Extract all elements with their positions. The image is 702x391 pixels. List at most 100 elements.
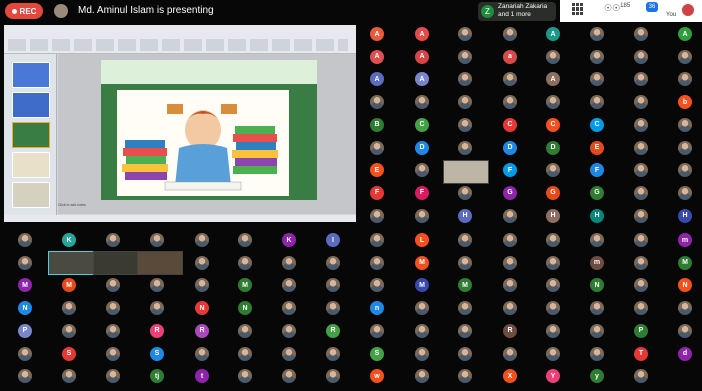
participant-tile[interactable]: A: [546, 72, 560, 87]
participant-tile[interactable]: b: [678, 95, 692, 110]
participant-tile[interactable]: tj: [150, 369, 164, 384]
participant-tile[interactable]: [282, 255, 296, 270]
participant-tile[interactable]: [546, 278, 560, 293]
participant-tile[interactable]: [458, 117, 472, 132]
participant-tile[interactable]: R: [503, 323, 517, 338]
participant-tile[interactable]: [195, 278, 209, 293]
participant-tile[interactable]: [634, 278, 648, 293]
participant-tile[interactable]: [503, 208, 517, 223]
participant-tile[interactable]: d: [678, 346, 692, 361]
slide-thumbnail-active[interactable]: [12, 122, 50, 148]
participant-tile[interactable]: N: [678, 278, 692, 293]
participant-tile[interactable]: [678, 49, 692, 64]
participant-tile[interactable]: [238, 346, 252, 361]
participant-tile[interactable]: [634, 163, 648, 178]
chat-icon[interactable]: 36: [646, 2, 658, 12]
participant-tile[interactable]: [150, 233, 164, 247]
participant-tile[interactable]: [238, 323, 252, 338]
participant-tile[interactable]: [238, 255, 252, 270]
participant-tile[interactable]: [150, 278, 164, 293]
participant-tile[interactable]: [370, 208, 384, 223]
participant-tile[interactable]: w: [370, 369, 384, 384]
participant-tile[interactable]: [370, 255, 384, 270]
participant-tile[interactable]: [590, 301, 604, 316]
participant-tile[interactable]: Y: [546, 369, 560, 384]
participant-tile[interactable]: [634, 301, 648, 316]
participant-tile[interactable]: [546, 323, 560, 338]
participant-tile[interactable]: R: [195, 323, 209, 338]
participant-tile[interactable]: [503, 346, 517, 361]
participant-tile[interactable]: A: [415, 72, 429, 87]
participant-tile[interactable]: [458, 95, 472, 110]
participant-tile[interactable]: [634, 117, 648, 132]
participant-tile[interactable]: [106, 233, 120, 247]
participant-tile[interactable]: A: [370, 49, 384, 64]
participant-tile[interactable]: [282, 301, 296, 316]
participant-tile[interactable]: [370, 140, 384, 155]
participant-tile[interactable]: F: [415, 185, 429, 200]
participant-tile[interactable]: [415, 301, 429, 316]
participant-tile[interactable]: [458, 233, 472, 247]
participant-tile[interactable]: K: [282, 233, 296, 247]
participant-tile[interactable]: [634, 255, 648, 270]
participant-tile[interactable]: [634, 49, 648, 64]
participant-tile[interactable]: [106, 369, 120, 384]
participant-tile[interactable]: S: [370, 346, 384, 361]
participant-tile[interactable]: C: [546, 117, 560, 132]
participant-tile[interactable]: K: [62, 233, 76, 247]
participant-tile[interactable]: [415, 163, 429, 178]
participant-tile[interactable]: [326, 255, 340, 270]
participant-tile[interactable]: [195, 233, 209, 247]
participant-tile[interactable]: R: [150, 323, 164, 338]
participant-tile[interactable]: [62, 301, 76, 316]
participant-tile[interactable]: C: [415, 117, 429, 132]
participant-tile[interactable]: G: [546, 185, 560, 200]
participant-tile[interactable]: [678, 72, 692, 87]
participant-tile[interactable]: [18, 346, 32, 361]
participant-tile[interactable]: [458, 27, 472, 41]
participant-tile[interactable]: A: [415, 49, 429, 64]
self-avatar[interactable]: [682, 4, 694, 16]
participant-tile[interactable]: [195, 255, 209, 270]
participant-tile[interactable]: C: [590, 117, 604, 132]
participant-tile[interactable]: E: [370, 163, 384, 178]
participant-tile[interactable]: [370, 95, 384, 110]
participant-tile[interactable]: [678, 323, 692, 338]
participant-tile[interactable]: N: [590, 278, 604, 293]
participant-tile[interactable]: M: [18, 278, 32, 293]
participant-tile[interactable]: P: [634, 323, 648, 338]
participant-tile[interactable]: [546, 346, 560, 361]
participant-tile[interactable]: [590, 95, 604, 110]
participant-tile[interactable]: [370, 323, 384, 338]
participant-tile[interactable]: [106, 346, 120, 361]
participant-tile[interactable]: F: [503, 163, 517, 178]
participant-tile[interactable]: [370, 278, 384, 293]
participant-tile[interactable]: M: [458, 278, 472, 293]
participant-tile[interactable]: [634, 233, 648, 247]
participant-tile[interactable]: [62, 323, 76, 338]
participant-tile[interactable]: [415, 95, 429, 110]
participant-tile[interactable]: [634, 369, 648, 384]
participant-tile[interactable]: [282, 369, 296, 384]
participant-tile[interactable]: [106, 278, 120, 293]
participant-tile[interactable]: [590, 233, 604, 247]
participant-tile[interactable]: R: [326, 323, 340, 338]
participant-tile[interactable]: [590, 72, 604, 87]
layout-grid-icon[interactable]: [572, 3, 584, 15]
participant-tile[interactable]: t: [195, 369, 209, 384]
participant-tile[interactable]: [106, 323, 120, 338]
slide-thumbnail[interactable]: [12, 62, 50, 88]
speaker-notes[interactable]: Click to add notes: [58, 203, 86, 207]
people-button[interactable]: ☉☉185: [604, 3, 630, 14]
participant-tile[interactable]: [150, 301, 164, 316]
participant-tile[interactable]: H: [678, 208, 692, 223]
participant-tile[interactable]: D: [546, 140, 560, 155]
participant-tile[interactable]: [503, 255, 517, 270]
participant-tile[interactable]: F: [590, 163, 604, 178]
participant-tile[interactable]: M: [415, 255, 429, 270]
participant-tile[interactable]: M: [415, 278, 429, 293]
participant-tile[interactable]: [678, 117, 692, 132]
participant-tile[interactable]: [503, 233, 517, 247]
participant-tile[interactable]: [678, 163, 692, 178]
presentation-screen[interactable]: Click to add notes: [4, 25, 356, 222]
